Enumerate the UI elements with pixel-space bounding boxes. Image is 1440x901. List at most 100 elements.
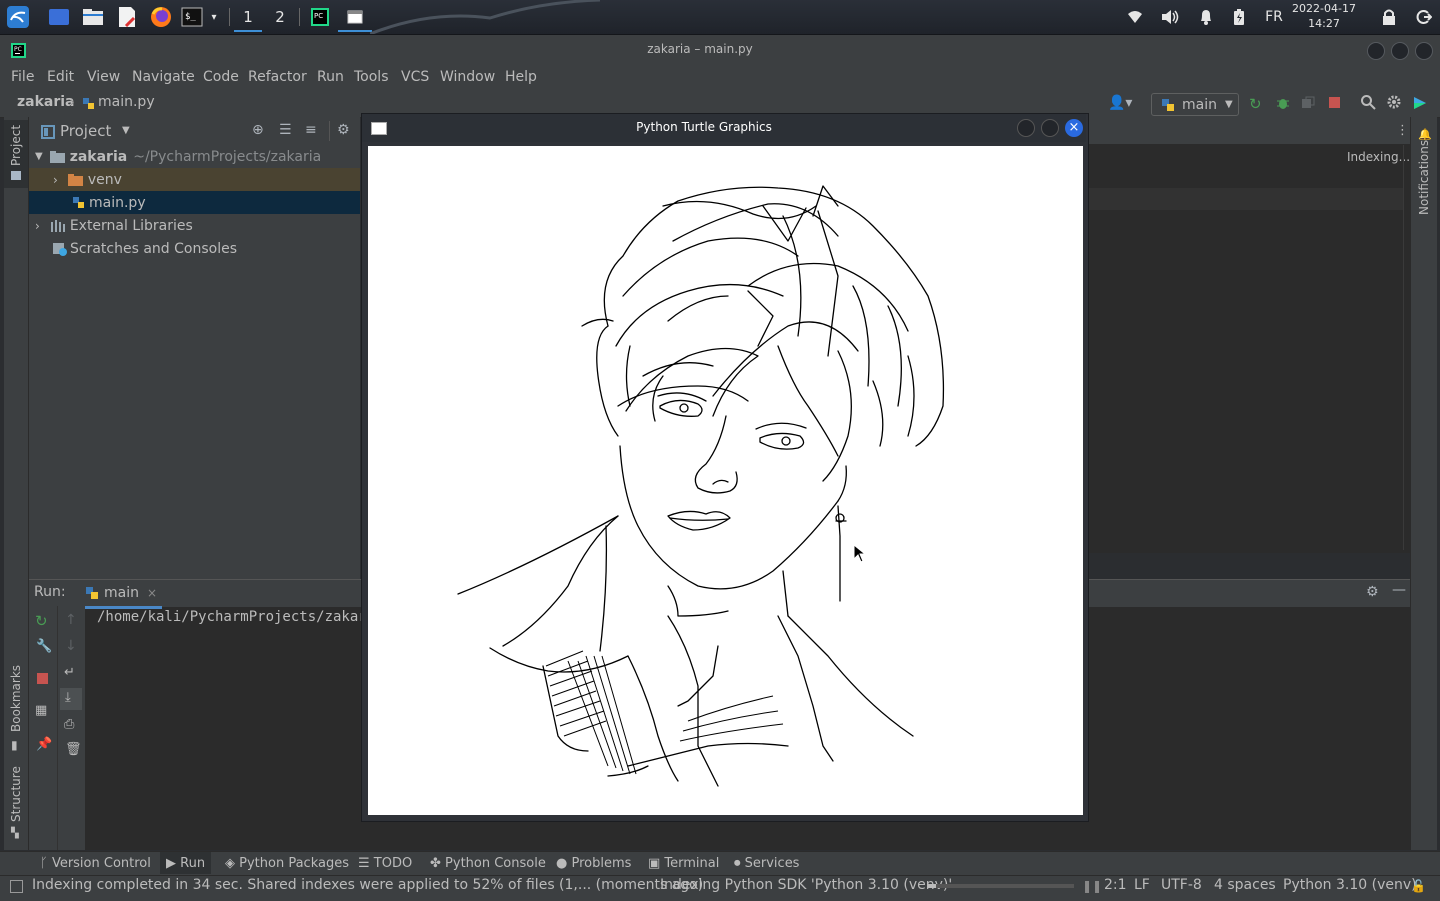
workspace-1[interactable]: 1 [234, 4, 262, 32]
menu-navigate[interactable]: Navigate [132, 69, 195, 85]
close-window-button[interactable]: × [1065, 119, 1083, 137]
workspace-2[interactable]: 2 [266, 4, 294, 30]
cursor-position[interactable]: 2:1 [1104, 877, 1127, 893]
file-manager-icon[interactable] [80, 4, 106, 30]
arrow-up-icon[interactable]: ↑ [65, 612, 77, 628]
lock-icon[interactable] [1378, 4, 1400, 30]
rerun-icon[interactable]: ↻ [1249, 95, 1262, 113]
notifications-tool-label[interactable]: Notifications [1417, 140, 1431, 215]
expand-all-icon[interactable]: ☰ [279, 122, 292, 138]
coverage-icon[interactable] [1301, 95, 1315, 114]
menu-tools[interactable]: Tools [354, 69, 389, 85]
settings-gear-icon[interactable] [1386, 94, 1402, 114]
pycharm-task-icon[interactable]: PC [306, 4, 334, 30]
settings-gear-icon[interactable]: ⚙ [337, 122, 350, 138]
clock[interactable]: 2022-04-17 14:27 [1290, 1, 1358, 31]
search-icon[interactable] [1360, 94, 1376, 114]
stop-icon[interactable] [1329, 97, 1340, 108]
tab-terminal[interactable]: ▣ Terminal [648, 856, 719, 871]
collapse-all-icon[interactable]: ≡ [305, 122, 317, 138]
menu-vcs[interactable]: VCS [401, 69, 429, 85]
tab-python-console[interactable]: ✤ Python Console [430, 856, 546, 871]
settings-gear-icon[interactable]: ⚙ [1366, 584, 1379, 600]
menu-file[interactable]: File [11, 69, 34, 85]
volume-icon[interactable] [1158, 4, 1182, 30]
project-tool-label[interactable]: Project [9, 125, 23, 166]
menu-window[interactable]: Window [440, 69, 495, 85]
user-icon[interactable]: 👤▾ [1108, 95, 1132, 111]
trash-icon[interactable]: 🗑 [65, 742, 82, 757]
status-message[interactable]: Indexing completed in 34 sec. Shared ind… [32, 877, 703, 893]
tab-services[interactable]: ⏺ Services [734, 856, 799, 871]
debug-icon[interactable] [1276, 95, 1290, 114]
tab-run[interactable]: ▶ Run [160, 852, 212, 874]
background-task[interactable]: Indexing Python SDK 'Python 3.10 (venv)' [660, 877, 952, 893]
wrench-icon[interactable]: 🔧 [36, 639, 52, 654]
toggle-tool-windows-icon[interactable] [10, 880, 23, 893]
file-encoding[interactable]: UTF-8 [1161, 877, 1202, 893]
chevron-down-icon[interactable]: ▾ [206, 4, 222, 30]
minimize-window-button[interactable] [1367, 42, 1385, 60]
rerun-icon[interactable]: ↻ [35, 612, 48, 630]
project-panel-title[interactable]: Project [60, 122, 111, 140]
pin-icon[interactable]: 📌 [36, 737, 52, 752]
tab-todo[interactable]: ☰ TODO [358, 856, 412, 871]
show-desktop-icon[interactable] [46, 4, 72, 30]
chevron-down-icon[interactable]: ▼ [122, 125, 130, 136]
menu-edit[interactable]: Edit [47, 69, 74, 85]
menu-code[interactable]: Code [203, 69, 239, 85]
terminal-icon[interactable]: $_ [180, 4, 204, 30]
python-interpreter[interactable]: Python 3.10 (venv) [1283, 877, 1417, 893]
tree-item-venv[interactable]: › venv [29, 168, 360, 191]
bookmarks-tool-label[interactable]: Bookmarks [9, 665, 23, 732]
tab-label: Python Packages [239, 856, 349, 871]
locate-file-icon[interactable]: ⊕ [252, 122, 264, 138]
line-separator[interactable]: LF [1134, 877, 1150, 893]
keyboard-layout[interactable]: FR [1260, 4, 1288, 30]
scroll-to-end-button[interactable]: ⤓ [60, 688, 82, 710]
tree-item-scratches[interactable]: Scratches and Consoles [29, 237, 360, 260]
maximize-window-button[interactable] [1041, 119, 1059, 137]
arrow-down-icon[interactable]: ↓ [65, 638, 77, 654]
battery-icon[interactable] [1228, 4, 1250, 30]
minimize-window-button[interactable] [1017, 119, 1035, 137]
breadcrumb-file[interactable]: main.py [98, 94, 155, 110]
run-tab-main[interactable]: main × [78, 580, 162, 609]
menu-view[interactable]: View [87, 69, 120, 85]
more-options-icon[interactable]: ⋮ [1396, 123, 1409, 138]
firefox-icon[interactable] [148, 4, 174, 30]
turtle-task-icon[interactable] [338, 4, 372, 32]
lock-icon[interactable]: 🔓 [1411, 879, 1426, 893]
text-editor-icon[interactable] [114, 4, 140, 30]
structure-tool-label[interactable]: Structure [9, 766, 23, 822]
maximize-window-button[interactable] [1391, 42, 1409, 60]
soft-wrap-icon[interactable]: ↵ [64, 665, 75, 680]
network-icon[interactable] [1124, 4, 1146, 30]
tab-version-control[interactable]: ᚴ Version Control [40, 856, 151, 871]
layout-icon[interactable]: ▦ [35, 703, 47, 718]
tree-item-main-py[interactable]: main.py [29, 191, 360, 214]
logout-icon[interactable] [1412, 4, 1436, 30]
hide-panel-icon[interactable]: — [1392, 582, 1406, 598]
breadcrumb-project[interactable]: zakaria [17, 94, 75, 110]
notification-bell-icon[interactable] [1195, 4, 1217, 30]
tab-problems[interactable]: ● Problems [556, 856, 631, 871]
menu-refactor[interactable]: Refactor [248, 69, 307, 85]
turtle-canvas[interactable] [368, 146, 1083, 815]
pause-icon[interactable]: ❚❚ [1082, 879, 1102, 893]
indent-setting[interactable]: 4 spaces [1214, 877, 1276, 893]
tab-python-packages[interactable]: ◈ Python Packages [225, 856, 349, 871]
stop-icon[interactable] [37, 673, 48, 684]
close-window-button[interactable] [1415, 42, 1433, 60]
print-icon[interactable]: ⎙ [64, 717, 74, 732]
editor-area[interactable] [1088, 117, 1410, 553]
menu-run[interactable]: Run [317, 69, 344, 85]
close-icon[interactable]: × [147, 586, 157, 600]
kali-menu-icon[interactable] [4, 4, 32, 30]
tree-root-zakaria[interactable]: ▼ zakaria ~/PycharmProjects/zakaria [29, 145, 360, 168]
ide-title-bar: zakaria – main.py [0, 35, 1440, 64]
run-config-selector[interactable]: main ▼ [1151, 93, 1239, 116]
jetbrains-ai-icon[interactable] [1412, 95, 1428, 115]
tree-item-external-libraries[interactable]: › External Libraries [29, 214, 360, 237]
menu-help[interactable]: Help [505, 69, 537, 85]
